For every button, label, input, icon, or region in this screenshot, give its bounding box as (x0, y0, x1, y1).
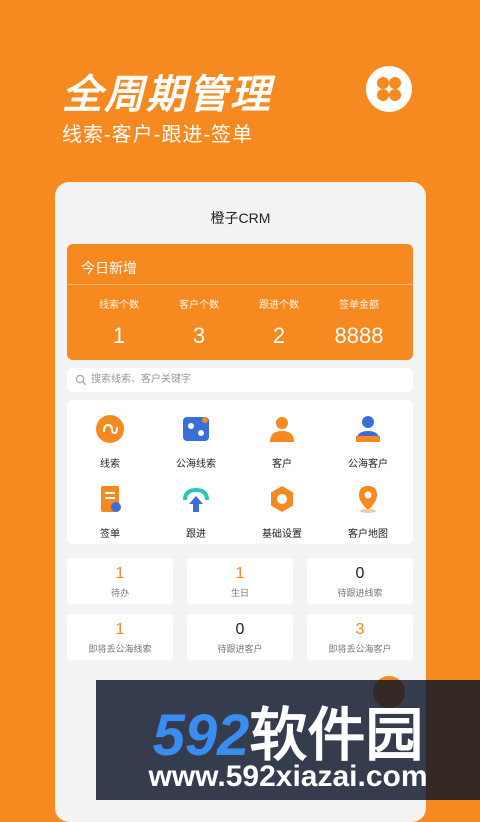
stat-followups[interactable]: 跟进个数 2 (239, 296, 319, 349)
app-title: 橙子CRM (210, 210, 271, 226)
menu-item-customer-map[interactable]: 客户地图 (325, 484, 411, 540)
today-stats-title: 今日新增 (81, 260, 137, 276)
search-input[interactable]: 搜索线索、客户关键字 (67, 368, 413, 392)
search-icon (75, 374, 87, 386)
today-stats-card: 今日新增 线索个数 1 客户个数 3 跟进个数 2 签单金额 8888 (67, 244, 413, 360)
task-count: 3 (355, 621, 365, 638)
task-pending-leads[interactable]: 0 待跟进线索 (307, 558, 413, 604)
task-count: 0 (355, 565, 365, 582)
stat-value: 8888 (334, 323, 384, 348)
app-logo-icon (366, 66, 412, 112)
follow-icon (183, 487, 209, 512)
stat-value: 1 (112, 323, 126, 348)
task-label: 即将丢公海线索 (88, 644, 152, 654)
task-label: 待跟进客户 (217, 644, 263, 654)
menu-item-sea-customers[interactable]: 公海客户 (325, 414, 411, 470)
contract-icon (101, 486, 121, 512)
settings-icon (271, 486, 293, 512)
menu-label: 公海线索 (176, 459, 216, 470)
stat-label: 客户个数 (179, 300, 219, 311)
menu-label: 签单 (100, 529, 120, 540)
menu-label: 客户 (272, 459, 292, 470)
feature-grid: 线索 公海线索 客户 公海客户 签单 跟进 基础设置 客户地图 (67, 400, 413, 544)
menu-label: 客户地图 (348, 529, 388, 540)
watermark-cn: 软件园 (249, 703, 424, 768)
task-count: 0 (235, 621, 245, 638)
task-label: 待跟进线索 (337, 588, 383, 598)
sea-customer-icon (356, 416, 380, 442)
stat-leads[interactable]: 线索个数 1 (79, 296, 159, 349)
menu-item-follow[interactable]: 跟进 (153, 484, 239, 540)
task-pending-customers[interactable]: 0 待跟进客户 (187, 614, 293, 660)
watermark-number: 592 (152, 703, 250, 768)
hero-title: 全周期管理 (62, 73, 272, 117)
menu-label: 线索 (100, 459, 120, 470)
task-count: 1 (235, 565, 245, 582)
stat-customers[interactable]: 客户个数 3 (159, 296, 239, 349)
task-label: 待办 (110, 588, 129, 598)
lead-icon (96, 415, 124, 443)
menu-label: 公海客户 (348, 459, 388, 470)
stat-label: 线索个数 (99, 300, 139, 311)
task-customers-to-sea[interactable]: 3 即将丢公海客户 (307, 614, 413, 660)
watermark: 592软件园 www.592xiazai.com (96, 680, 480, 800)
map-pin-icon (359, 486, 377, 513)
menu-label: 基础设置 (262, 529, 302, 540)
menu-item-contracts[interactable]: 签单 (67, 484, 153, 540)
stat-label: 签单金额 (339, 300, 379, 311)
task-leads-to-sea[interactable]: 1 即将丢公海线索 (67, 614, 173, 660)
task-count: 1 (115, 621, 125, 638)
task-todo[interactable]: 1 待办 (67, 558, 173, 604)
task-count: 1 (115, 565, 125, 582)
watermark-url: www.592xiazai.com (148, 760, 428, 793)
menu-item-settings[interactable]: 基础设置 (239, 484, 325, 540)
sea-lead-icon (183, 417, 209, 441)
menu-item-leads[interactable]: 线索 (67, 414, 153, 470)
menu-item-sea-leads[interactable]: 公海线索 (153, 414, 239, 470)
stat-value: 3 (192, 323, 206, 348)
menu-item-customers[interactable]: 客户 (239, 414, 325, 470)
search-placeholder: 搜索线索、客户关键字 (91, 374, 191, 385)
stat-label: 跟进个数 (259, 300, 299, 311)
stat-contract-amount[interactable]: 签单金额 8888 (319, 296, 399, 349)
hero-subtitle: 线索-客户-跟进-签单 (62, 124, 253, 146)
customer-icon (270, 417, 294, 442)
menu-label: 跟进 (186, 529, 206, 540)
stat-value: 2 (272, 323, 286, 348)
task-label: 生日 (230, 588, 249, 598)
task-label: 即将丢公海客户 (328, 644, 392, 654)
divider (67, 284, 413, 285)
task-birthday[interactable]: 1 生日 (187, 558, 293, 604)
